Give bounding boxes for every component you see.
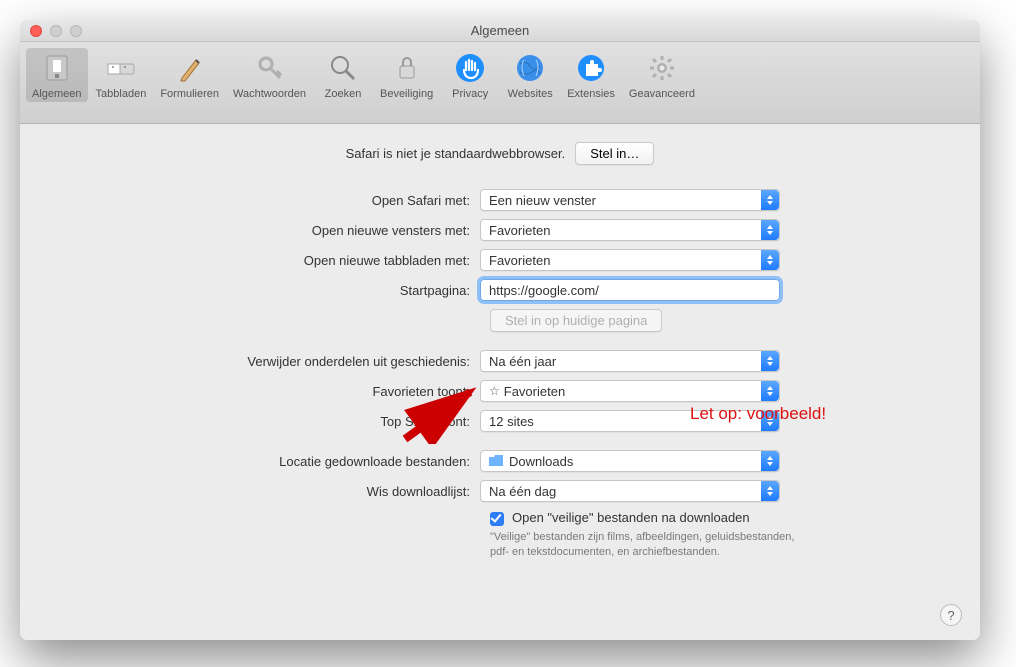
pen-icon (174, 52, 206, 84)
preferences-window: Algemeen Algemeen Tabbladen Formulieren (20, 20, 980, 640)
tab-general[interactable]: Algemeen (26, 48, 88, 102)
tab-security[interactable]: Beveiliging (374, 48, 439, 102)
popup-value: Favorieten (504, 384, 565, 399)
tab-label: Beveiliging (380, 88, 433, 100)
tab-extensions[interactable]: Extensies (561, 48, 621, 102)
download-location-popup[interactable]: Downloads (480, 450, 780, 472)
popup-value: 12 sites (489, 414, 534, 429)
open-new-windows-label: Open nieuwe vensters met: (50, 223, 480, 238)
chevron-updown-icon (761, 250, 779, 270)
key-icon (254, 52, 286, 84)
tab-label: Tabbladen (96, 88, 147, 100)
open-safari-with-popup[interactable]: Een nieuw venster (480, 189, 780, 211)
popup-value: Favorieten (489, 253, 550, 268)
general-icon (41, 52, 73, 84)
chevron-updown-icon (761, 481, 779, 501)
tabs-icon (105, 52, 137, 84)
tab-label: Wachtwoorden (233, 88, 306, 100)
puzzle-icon (575, 52, 607, 84)
clear-downloads-label: Wis downloadlijst: (50, 484, 480, 499)
tab-websites[interactable]: Websites (501, 48, 559, 102)
globe-icon (514, 52, 546, 84)
chevron-updown-icon (761, 220, 779, 240)
popup-value: Downloads (509, 454, 573, 469)
lock-icon (391, 52, 423, 84)
tab-advanced[interactable]: Geavanceerd (623, 48, 701, 102)
popup-value: Na één jaar (489, 354, 556, 369)
remove-history-popup[interactable]: Na één jaar (480, 350, 780, 372)
window-title: Algemeen (20, 23, 980, 38)
tab-label: Extensies (567, 88, 615, 100)
tab-label: Websites (508, 88, 553, 100)
open-new-windows-popup[interactable]: Favorieten (480, 219, 780, 241)
topsites-shows-label: Top Sites toont: (50, 414, 480, 429)
search-icon (327, 52, 359, 84)
chevron-updown-icon (761, 351, 779, 371)
tab-label: Algemeen (32, 88, 82, 100)
hand-icon (454, 52, 486, 84)
star-icon: ☆ (489, 384, 500, 398)
gear-icon (646, 52, 678, 84)
chevron-updown-icon (761, 190, 779, 210)
folder-icon (489, 454, 503, 469)
titlebar: Algemeen (20, 20, 980, 42)
remove-history-label: Verwijder onderdelen uit geschiedenis: (50, 354, 480, 369)
tab-label: Formulieren (160, 88, 219, 100)
default-browser-message: Safari is niet je standaardwebbrowser. (346, 146, 566, 161)
chevron-updown-icon (761, 451, 779, 471)
open-safe-files-checkbox[interactable] (490, 512, 504, 526)
chevron-updown-icon (761, 381, 779, 401)
tab-search[interactable]: Zoeken (314, 48, 372, 102)
open-new-tabs-label: Open nieuwe tabbladen met: (50, 253, 480, 268)
popup-value: Favorieten (489, 223, 550, 238)
chevron-updown-icon (761, 411, 779, 431)
help-button[interactable]: ? (940, 604, 962, 626)
tab-tabs[interactable]: Tabbladen (90, 48, 153, 102)
tab-label: Privacy (452, 88, 488, 100)
favorites-shows-label: Favorieten toont: (50, 384, 480, 399)
set-to-current-page-button[interactable]: Stel in op huidige pagina (490, 309, 662, 332)
tab-label: Zoeken (325, 88, 362, 100)
open-safari-with-label: Open Safari met: (50, 193, 480, 208)
open-safe-files-label: Open "veilige" bestanden na downloaden (512, 510, 750, 525)
tab-privacy[interactable]: Privacy (441, 48, 499, 102)
tab-autofill[interactable]: Formulieren (154, 48, 225, 102)
general-pane: Safari is niet je standaardwebbrowser. S… (20, 124, 980, 640)
favorites-shows-popup[interactable]: ☆ Favorieten (480, 380, 780, 402)
tab-passwords[interactable]: Wachtwoorden (227, 48, 312, 102)
homepage-field[interactable]: https://google.com/ (480, 279, 780, 301)
set-default-browser-button[interactable]: Stel in… (575, 142, 654, 165)
open-new-tabs-popup[interactable]: Favorieten (480, 249, 780, 271)
popup-value: Na één dag (489, 484, 556, 499)
clear-downloads-popup[interactable]: Na één dag (480, 480, 780, 502)
preferences-toolbar: Algemeen Tabbladen Formulieren Wachtwoor… (20, 42, 980, 124)
popup-value: Een nieuw venster (489, 193, 596, 208)
homepage-label: Startpagina: (50, 283, 480, 298)
topsites-shows-popup[interactable]: 12 sites (480, 410, 780, 432)
tab-label: Geavanceerd (629, 88, 695, 100)
download-location-label: Locatie gedownloade bestanden: (50, 454, 480, 469)
homepage-value: https://google.com/ (489, 283, 599, 298)
open-safe-files-help: "Veilige" bestanden zijn films, afbeeldi… (490, 530, 810, 560)
